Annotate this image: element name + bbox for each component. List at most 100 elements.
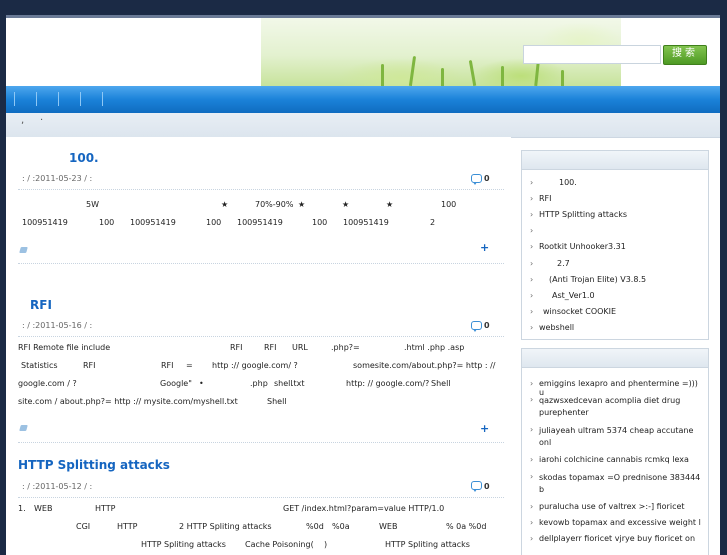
divider bbox=[18, 442, 504, 443]
sidebar-header bbox=[522, 349, 708, 368]
post-title[interactable]: HTTP Splitting attacks bbox=[18, 458, 170, 472]
body-text: http: // google.com/? bbox=[346, 379, 430, 388]
body-text: ★ bbox=[342, 200, 350, 209]
body-text: 1. bbox=[18, 504, 26, 513]
body-text: .php?= bbox=[331, 343, 360, 352]
sidebar-comment-link[interactable]: dellplayerr fioricet vjrye buy fioricet … bbox=[539, 534, 705, 543]
body-text: Shell bbox=[267, 397, 287, 406]
main-nav bbox=[6, 86, 720, 113]
sidebar-comment-link[interactable]: kevowb topamax and excessive weight l bbox=[539, 518, 705, 527]
body-text: 100951419 bbox=[22, 218, 68, 227]
sidebar-link[interactable]: HTTP Splitting attacks bbox=[539, 210, 627, 219]
body-text: ★ bbox=[386, 200, 394, 209]
body-text: google.com / ? bbox=[18, 379, 77, 388]
nav-item-1[interactable] bbox=[14, 92, 15, 106]
sidebar-recent-comments: › emiggins lexapro and phentermine =))) u… bbox=[521, 348, 709, 555]
body-text: 70%-90% bbox=[255, 200, 294, 209]
body-text: WEB bbox=[34, 504, 53, 513]
sidebar-link[interactable]: webshell bbox=[539, 323, 574, 332]
post-meta: : / :2011-05-16 / : bbox=[22, 321, 93, 330]
body-text: 100 bbox=[99, 218, 115, 227]
body-text: • bbox=[199, 379, 204, 388]
body-text: RFI bbox=[230, 343, 243, 352]
body-text: 100 bbox=[441, 200, 457, 209]
expand-plus-icon[interactable]: + bbox=[480, 241, 489, 254]
body-text: WEB bbox=[379, 522, 398, 531]
comment-icon[interactable] bbox=[471, 321, 482, 332]
post-meta: : / :2011-05-23 / : bbox=[22, 174, 93, 183]
body-text: 100951419 bbox=[130, 218, 176, 227]
breadcrumb-separator: · bbox=[40, 115, 44, 126]
body-text: 100 bbox=[206, 218, 222, 227]
sidebar-link[interactable]: (Anti Trojan Elite) V3.8.5 bbox=[549, 275, 646, 284]
post-list: 100. : / :2011-05-23 / : 0 5W ★ 70%-90% … bbox=[6, 137, 511, 555]
body-text: URL bbox=[292, 343, 308, 352]
body-text: 2 HTTP Spliting attacks bbox=[179, 522, 272, 531]
sidebar-comment-link[interactable]: puralucha use of valtrex >:-] fioricet bbox=[539, 502, 705, 511]
sidebar-comment-link[interactable]: skodas topamax =O prednisone 383444 b bbox=[539, 472, 705, 496]
divider bbox=[18, 189, 504, 190]
body-text: ★ bbox=[298, 200, 306, 209]
divider bbox=[18, 263, 504, 264]
page-frame: 搜索 , · 100. : / :2011-05-23 / : 0 5W ★ 7… bbox=[6, 15, 720, 555]
comment-icon[interactable] bbox=[471, 174, 482, 185]
nav-item-5[interactable] bbox=[102, 92, 103, 106]
nav-item-3[interactable] bbox=[58, 92, 59, 106]
sidebar-link[interactable]: winsocket COOKIE bbox=[543, 307, 616, 316]
sidebar-comment-link[interactable]: juliayeah ultram 5374 cheap accutane onl bbox=[539, 425, 705, 449]
body-text: RFI Remote file include bbox=[18, 343, 111, 352]
header: 搜索 bbox=[6, 18, 720, 86]
comment-count[interactable]: 0 bbox=[484, 482, 490, 491]
post-meta: : / :2011-05-12 / : bbox=[22, 482, 93, 491]
breadcrumb: , · bbox=[6, 113, 720, 138]
sidebar-link[interactable]: 2.7 bbox=[557, 259, 570, 268]
expand-plus-icon[interactable]: + bbox=[480, 422, 489, 435]
tag-icon bbox=[19, 425, 28, 431]
comment-count[interactable]: 0 bbox=[484, 174, 490, 183]
nav-item-4[interactable] bbox=[80, 92, 81, 106]
body-text: 2 bbox=[430, 218, 436, 227]
body-text: Statistics bbox=[21, 361, 58, 370]
body-text: 100 bbox=[312, 218, 328, 227]
sidebar-link[interactable]: RFI bbox=[539, 194, 552, 203]
body-text: 100951419 bbox=[237, 218, 283, 227]
comment-icon[interactable] bbox=[471, 481, 482, 492]
body-text: .txt bbox=[291, 379, 305, 388]
body-text: somesite.com/about.php?= http : // bbox=[353, 361, 496, 370]
breadcrumb-separator: , bbox=[21, 115, 25, 126]
sidebar-link[interactable]: 100. bbox=[559, 178, 577, 187]
body-text: RFI bbox=[83, 361, 96, 370]
divider bbox=[18, 497, 504, 498]
search-button[interactable]: 搜索 bbox=[663, 45, 707, 65]
body-text: HTTP bbox=[95, 504, 116, 513]
sidebar-link[interactable]: Rootkit Unhooker3.31 bbox=[539, 242, 626, 251]
sidebar-comment-link[interactable]: iarohi colchicine cannabis rcmkq lexa bbox=[539, 455, 705, 464]
post-title[interactable]: RFI bbox=[30, 298, 52, 312]
comment-count[interactable]: 0 bbox=[484, 321, 490, 330]
nav-item-2[interactable] bbox=[36, 92, 37, 106]
body-text: http :// google.com/ ? bbox=[212, 361, 298, 370]
post-title[interactable]: 100. bbox=[69, 151, 99, 165]
sidebar-header bbox=[522, 151, 708, 170]
body-text: %0a bbox=[332, 522, 350, 531]
divider bbox=[18, 336, 504, 337]
tag-icon bbox=[19, 247, 28, 253]
body-text: CGI bbox=[76, 522, 91, 531]
body-text: Shell bbox=[431, 379, 451, 388]
body-text: .html .php .asp bbox=[404, 343, 465, 352]
sidebar-comment-link[interactable]: qazwsxedcevan acomplia diet drug purephe… bbox=[539, 395, 705, 419]
body-text: HTTP bbox=[117, 522, 138, 531]
body-text: 100951419 bbox=[343, 218, 389, 227]
body-text: % 0a %0d bbox=[446, 522, 487, 531]
body-text: RFI bbox=[264, 343, 277, 352]
body-text: 5W bbox=[86, 200, 99, 209]
body-text: shell bbox=[274, 379, 293, 388]
body-text: site.com / about.php?= http :// mysite.c… bbox=[18, 397, 238, 406]
body-text: RFI bbox=[161, 361, 174, 370]
body-text: ★ bbox=[221, 200, 229, 209]
body-text: = bbox=[186, 361, 193, 370]
search-input[interactable] bbox=[523, 45, 661, 64]
sidebar-link[interactable]: Ast_Ver1.0 bbox=[552, 291, 595, 300]
sidebar-recent-posts: › 100. › RFI › HTTP Splitting attacks › › Ro… bbox=[521, 150, 709, 340]
body-text: .php bbox=[250, 379, 268, 388]
